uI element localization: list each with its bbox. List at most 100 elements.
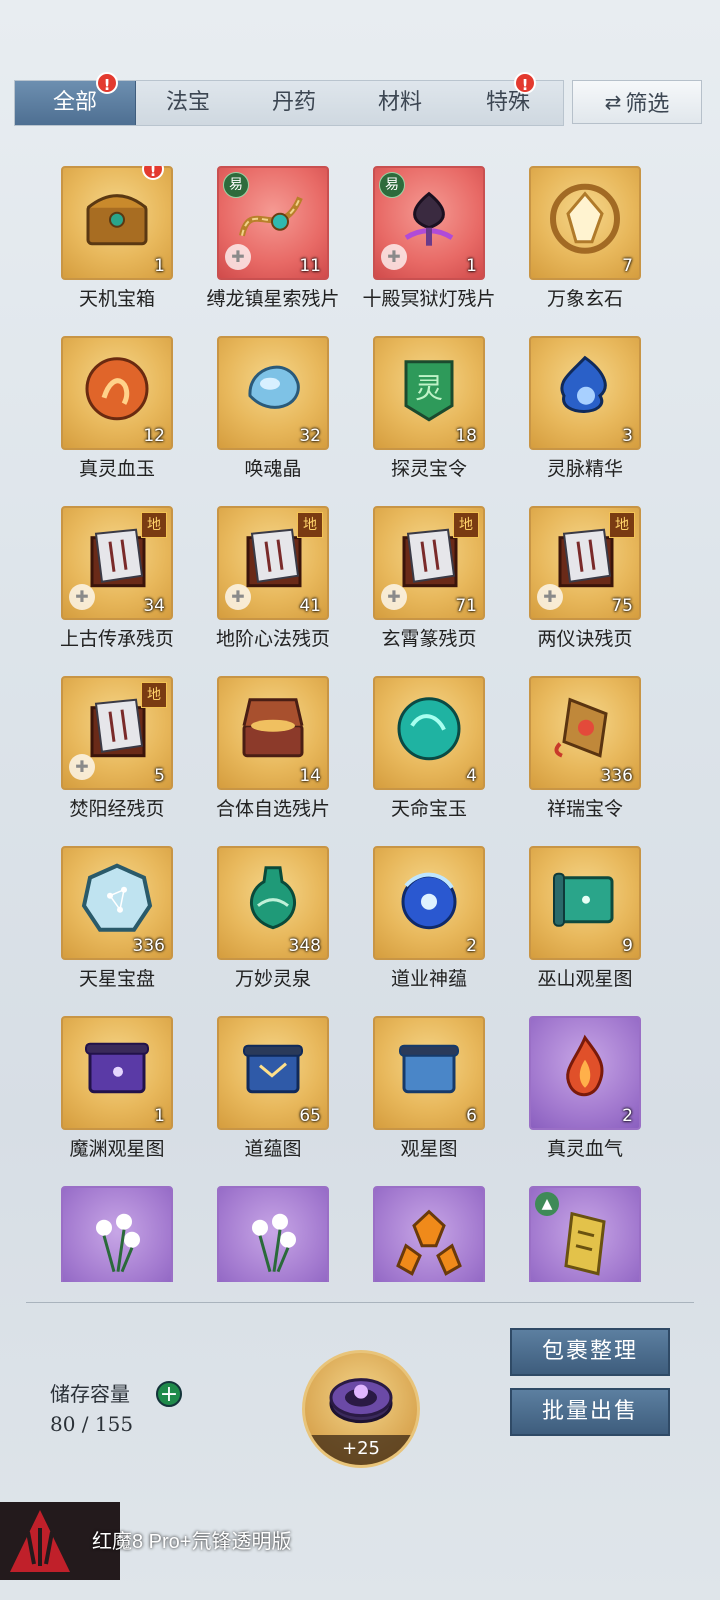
item-tile[interactable]: 32 xyxy=(217,336,329,450)
inventory-item[interactable]: 易 ✚ 11 缚龙镇星索残片 xyxy=(194,166,352,326)
item-tile[interactable]: 地 ✚ 34 xyxy=(61,506,173,620)
item-tile[interactable]: 1 xyxy=(61,1016,173,1130)
item-tile[interactable]: 336 xyxy=(61,846,173,960)
easy-badge: 易 xyxy=(223,172,249,198)
item-name: 焚阳经残页 xyxy=(69,798,165,820)
red-magic-logo-icon xyxy=(10,1510,70,1572)
item-count: 1 xyxy=(154,256,165,276)
organize-bag-button[interactable]: 包裹整理 xyxy=(510,1328,670,1376)
inventory-item[interactable]: 4 天命宝玉 xyxy=(350,676,508,836)
inventory-item[interactable]: 地 ✚ 34 上古传承残页 xyxy=(38,506,196,666)
inventory-item[interactable]: 1! 天机宝箱 xyxy=(38,166,196,326)
swap-arrows-icon: ⇄ xyxy=(604,90,622,114)
inventory-item[interactable]: 336 天星宝盘 xyxy=(38,846,196,1006)
puzzle-piece-icon: ✚ xyxy=(225,244,251,270)
item-tile[interactable] xyxy=(217,1186,329,1282)
item-tile[interactable]: 地 ✚ 41 xyxy=(217,506,329,620)
item-tile[interactable]: 9 xyxy=(529,846,641,960)
inventory-item[interactable]: 地 ✚ 71 玄霄篆残页 xyxy=(350,506,508,666)
inventory-item[interactable]: 2 道业神蕴 xyxy=(350,846,508,1006)
item-count: 2 xyxy=(466,936,477,956)
item-tile[interactable]: 4 xyxy=(373,676,485,790)
item-tile[interactable]: 2 xyxy=(373,846,485,960)
item-name: 真灵血气 xyxy=(546,1138,623,1160)
item-count: 7 xyxy=(622,256,633,276)
inventory-item[interactable] xyxy=(194,1186,352,1282)
star-chart-scroll-icon xyxy=(553,872,614,927)
item-tile[interactable]: 6 xyxy=(373,1016,485,1130)
inventory-item[interactable]: 32 唤魂晶 xyxy=(194,336,352,496)
inventory-item[interactable]: 灵 18 探灵宝令 xyxy=(350,336,508,496)
inventory-item[interactable]: 9 巫山观星图 xyxy=(506,846,664,1006)
item-count: 1 xyxy=(154,1106,165,1126)
add-capacity-icon[interactable]: + xyxy=(156,1381,182,1407)
alert-dot-icon: ! xyxy=(514,72,536,94)
item-count: 34 xyxy=(143,596,165,616)
item-name: 万妙灵泉 xyxy=(234,968,311,990)
alert-dot-icon: ! xyxy=(96,72,118,94)
puzzle-piece-icon: ✚ xyxy=(69,754,95,780)
star-plate-icon xyxy=(81,863,153,932)
item-tile[interactable]: 易 ✚ 11 xyxy=(217,166,329,280)
device-watermark-text: 红魔8 Pro+氘锋透明版 xyxy=(92,1531,292,1553)
inventory-item[interactable] xyxy=(38,1186,196,1282)
inventory-item[interactable]: 12 真灵血玉 xyxy=(38,336,196,496)
tab-pills[interactable]: 丹药 xyxy=(241,81,347,125)
inventory-item[interactable]: 易 ✚ 1 十殿冥狱灯残片 xyxy=(350,166,508,326)
inventory-item[interactable]: 地 ✚ 5 焚阳经残页 xyxy=(38,676,196,836)
tab-special[interactable]: 特殊 xyxy=(453,81,563,125)
inventory-item[interactable]: 3 灵脉精华 xyxy=(506,336,664,496)
item-tile[interactable]: 地 ✚ 75 xyxy=(529,506,641,620)
item-tile[interactable]: ▲ xyxy=(529,1186,641,1282)
item-tile[interactable]: 易 ✚ 1 xyxy=(373,166,485,280)
inventory-item[interactable]: 1 魔渊观星图 xyxy=(38,1016,196,1176)
inventory-item[interactable]: 336 祥瑞宝令 xyxy=(506,676,664,836)
item-tile[interactable]: 14 xyxy=(217,676,329,790)
item-name: 上古传承残页 xyxy=(59,628,174,650)
tab-all[interactable]: 全部 xyxy=(15,81,136,125)
item-tile[interactable]: 1 xyxy=(61,166,173,280)
inventory-item[interactable]: 348 万妙灵泉 xyxy=(194,846,352,1006)
inventory-item[interactable] xyxy=(350,1186,508,1282)
easy-badge: 易 xyxy=(379,172,405,198)
inventory-item[interactable]: 7 万象玄石 xyxy=(506,166,664,326)
item-tile[interactable]: 3 xyxy=(529,336,641,450)
item-tile[interactable]: 7 xyxy=(529,166,641,280)
item-count: 18 xyxy=(455,426,477,446)
inventory-item[interactable]: 65 道蕴图 xyxy=(194,1016,352,1176)
inventory-item[interactable]: 地 ✚ 75 两仪诀残页 xyxy=(506,506,664,666)
item-tile[interactable]: 12 xyxy=(61,336,173,450)
tab-materials[interactable]: 材料 xyxy=(347,81,453,125)
puzzle-piece-icon: ✚ xyxy=(381,584,407,610)
item-count: 32 xyxy=(299,426,321,446)
item-tile[interactable]: 地 ✚ 5 xyxy=(61,676,173,790)
filter-button[interactable]: ⇄ 筛选 xyxy=(572,80,702,124)
item-tile[interactable] xyxy=(61,1186,173,1282)
item-name: 两仪诀残页 xyxy=(537,628,633,650)
inventory-item[interactable]: 地 ✚ 41 地阶心法残页 xyxy=(194,506,352,666)
inventory-item[interactable]: ▲ xyxy=(506,1186,664,1282)
expand-storage-button[interactable]: +25 xyxy=(302,1350,420,1468)
item-name: 祥瑞宝令 xyxy=(546,798,623,820)
inventory-item[interactable]: 6 观星图 xyxy=(350,1016,508,1176)
item-tile[interactable]: 2 xyxy=(529,1016,641,1130)
item-tile[interactable] xyxy=(373,1186,485,1282)
tab-treasures[interactable]: 法宝 xyxy=(135,81,241,125)
item-name: 天机宝箱 xyxy=(78,288,155,310)
blue-spirit-orb-icon xyxy=(401,872,457,930)
item-tile[interactable]: 灵 18 xyxy=(373,336,485,450)
spirit-token-icon: 灵 xyxy=(404,360,454,422)
item-tile[interactable]: 地 ✚ 71 xyxy=(373,506,485,620)
item-tile[interactable]: 336 xyxy=(529,676,641,790)
tab-treasures-label: 法宝 xyxy=(165,90,210,115)
inventory-item[interactable]: 2 真灵血气 xyxy=(506,1016,664,1176)
spring-vase-icon xyxy=(249,866,297,930)
auspicious-token-icon xyxy=(554,697,608,758)
item-count: 71 xyxy=(455,596,477,616)
inventory-item[interactable]: 14 合体自选残片 xyxy=(194,676,352,836)
item-tile[interactable]: 65 xyxy=(217,1016,329,1130)
item-tile[interactable]: 348 xyxy=(217,846,329,960)
bulk-sell-button[interactable]: 批量出售 xyxy=(510,1388,670,1436)
item-count: 336 xyxy=(600,766,633,786)
item-name: 天命宝玉 xyxy=(390,798,467,820)
